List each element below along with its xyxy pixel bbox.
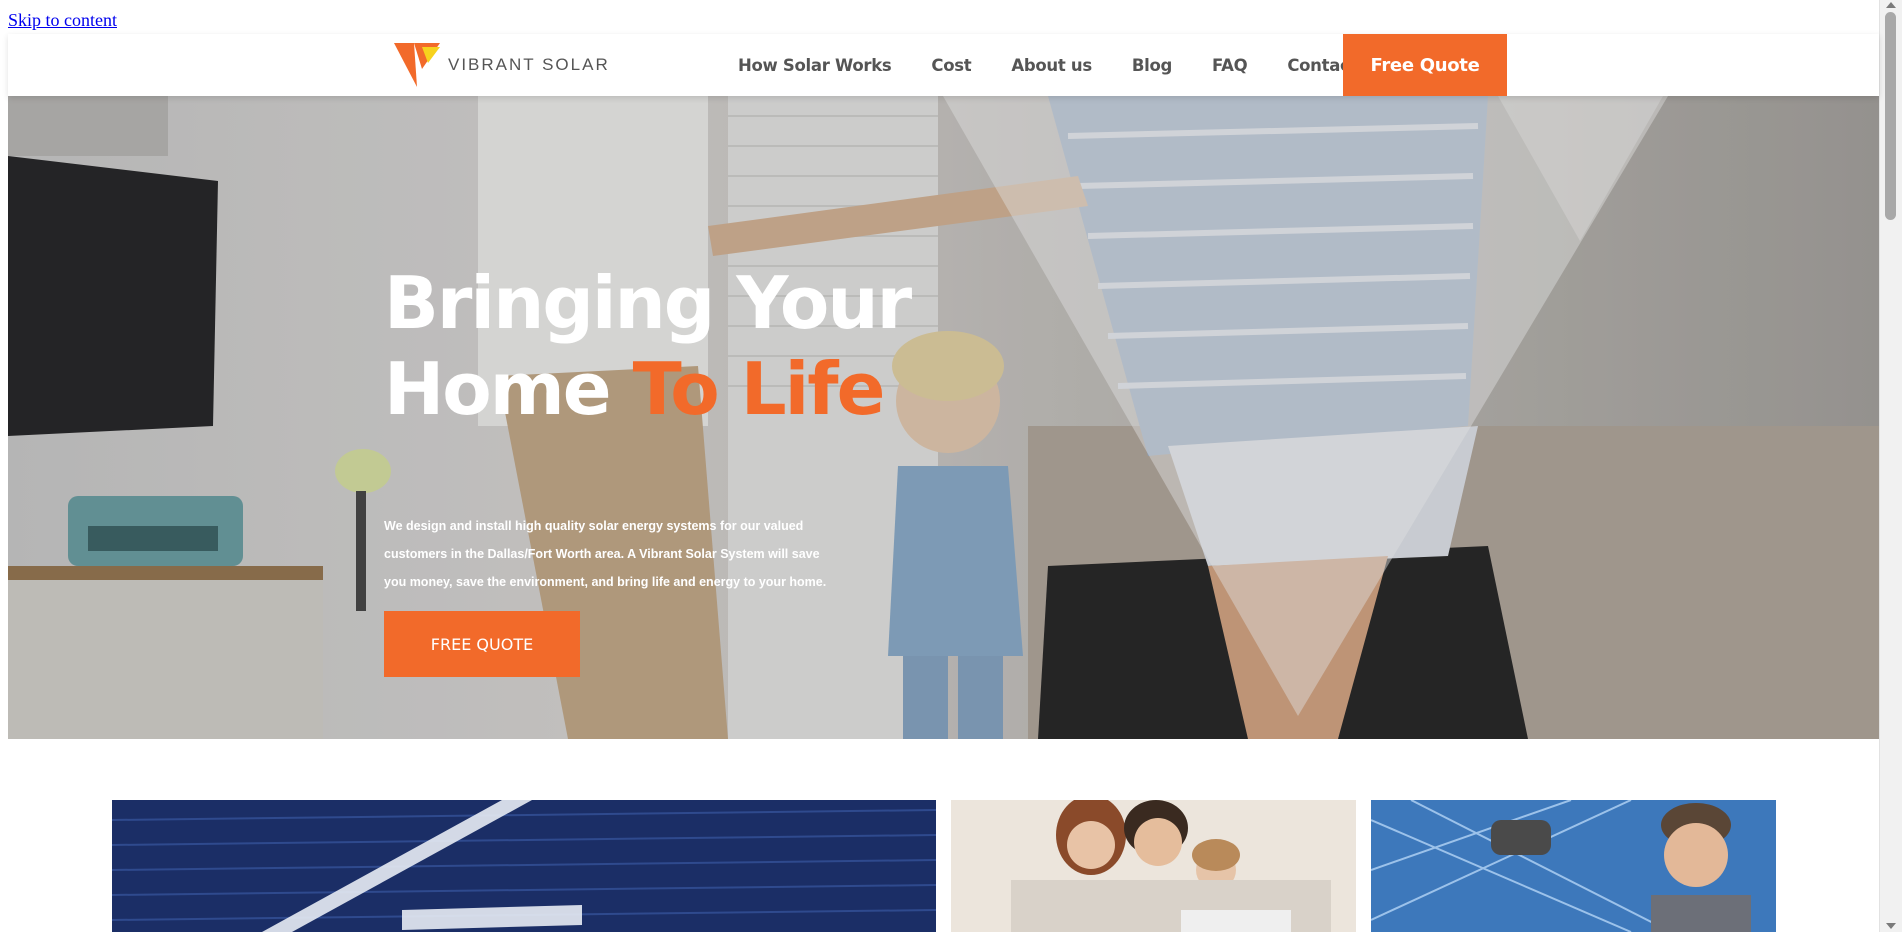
- nav-about-us[interactable]: About us: [1011, 56, 1092, 75]
- hero-free-quote-button[interactable]: FREE QUOTE: [384, 611, 580, 677]
- brand-name: VIBRANT SOLAR: [448, 55, 610, 74]
- hero-heading-plain: Home: [384, 347, 612, 431]
- solar-technician-image-card: [1371, 800, 1776, 932]
- nav-cost[interactable]: Cost: [931, 56, 971, 75]
- brand-logo[interactable]: VIBRANT SOLAR: [394, 42, 610, 88]
- hero-section: Bringing Your Home To Life We design and…: [8, 96, 1879, 739]
- skip-to-content-link[interactable]: Skip to content: [8, 10, 117, 31]
- scroll-up-arrow-icon[interactable]: [1886, 2, 1896, 8]
- nav-faq[interactable]: FAQ: [1212, 56, 1248, 75]
- family-image-card: [951, 800, 1356, 932]
- hero-heading-accent: To Life: [632, 347, 886, 431]
- scroll-down-arrow-icon[interactable]: [1886, 923, 1896, 929]
- solar-panel-image-card: [112, 800, 936, 932]
- nav-blog[interactable]: Blog: [1132, 56, 1172, 75]
- header-free-quote-button[interactable]: Free Quote: [1343, 34, 1507, 96]
- site-header: VIBRANT SOLAR How Solar Works Cost About…: [8, 34, 1879, 96]
- hero-heading-line2: Home To Life: [384, 346, 910, 432]
- scrollbar-thumb[interactable]: [1885, 12, 1896, 220]
- nav-how-solar-works[interactable]: How Solar Works: [738, 56, 892, 75]
- hero-description: We design and install high quality solar…: [384, 519, 827, 589]
- solar-technician-image: [1371, 800, 1776, 932]
- hero-background-image: [8, 96, 1879, 739]
- hero-heading: Bringing Your Home To Life: [384, 260, 912, 432]
- solar-panel-image: [112, 800, 936, 932]
- page-scrollbar[interactable]: [1879, 0, 1902, 932]
- family-image: [951, 800, 1356, 932]
- vibrant-solar-logo-icon: [394, 43, 440, 87]
- main-navigation: How Solar Works Cost About us Blog FAQ C…: [738, 34, 1425, 96]
- hero-heading-line1: Bringing Your: [384, 261, 912, 345]
